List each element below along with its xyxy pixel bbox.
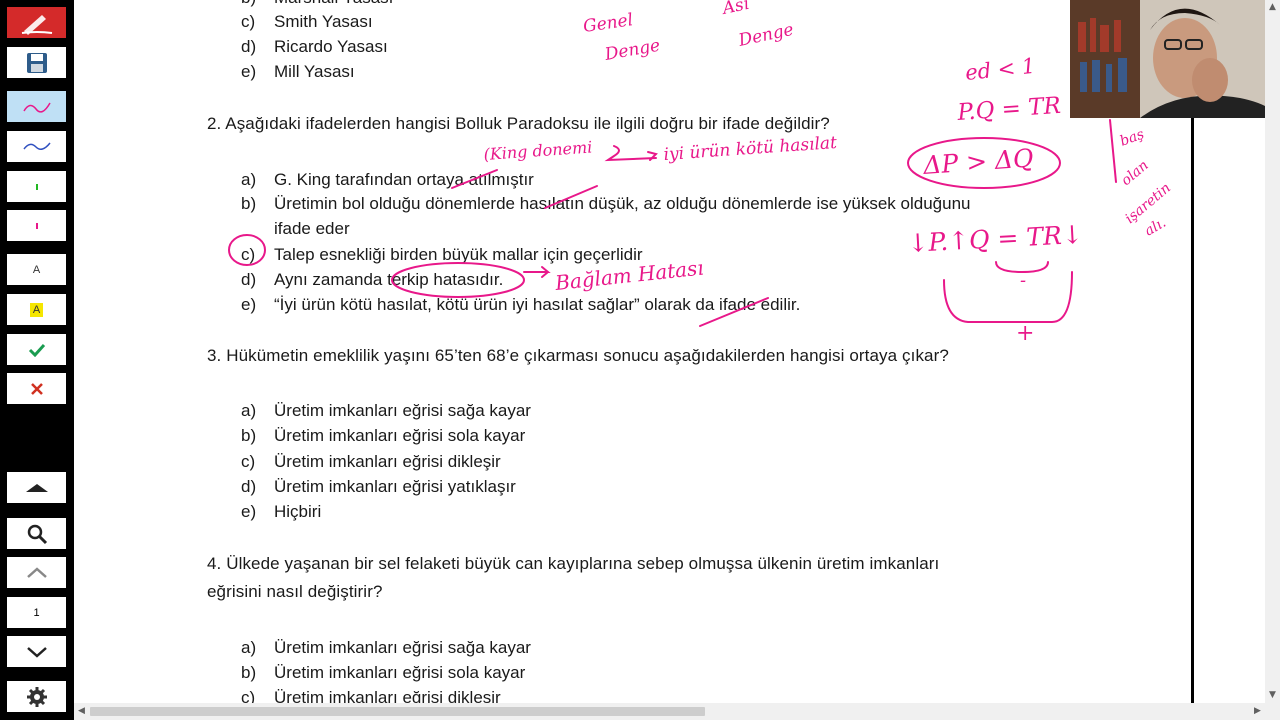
- tool-palette: A A 1: [0, 0, 73, 720]
- q2-option-text: G. King tarafından ortaya atılmıştır: [274, 170, 534, 189]
- q4-option-letter: c): [241, 688, 256, 703]
- q2-option-text: Aynı zamanda terkip hatasıdır.: [274, 270, 504, 289]
- q2-option-text-cont: ifade eder: [274, 219, 350, 238]
- pink-dot-icon[interactable]: [7, 210, 66, 241]
- check-icon[interactable]: [7, 334, 66, 365]
- q4-question-line2: eğrisini nasıl değiştirir?: [207, 582, 383, 601]
- q4-option-text: Üretim imkanları eğrisi sola kayar: [274, 663, 526, 682]
- q2-option-letter: b): [241, 194, 257, 213]
- q3-question: 3. Hükümetin emeklilik yaşını 65’ten 68’…: [207, 346, 949, 365]
- q1-option-text: Ricardo Yasası: [274, 37, 388, 56]
- q2-option-letter: c): [241, 245, 256, 264]
- pink-pen-icon[interactable]: [7, 91, 66, 122]
- document-page: b) Marshall Yasası c) Smith Yasası d) Ri…: [74, 0, 1191, 703]
- q1-option-letter: c): [241, 12, 256, 31]
- blue-pen-icon[interactable]: [7, 131, 66, 162]
- q3-option-text: Hiçbiri: [274, 502, 322, 521]
- q3-option-text: Üretim imkanları eğrisi sağa kayar: [274, 401, 531, 420]
- webcam-video: [1070, 0, 1280, 118]
- q2-option-letter: a): [241, 170, 257, 189]
- q3-option-letter: b): [241, 426, 257, 445]
- q3-option-text: Üretim imkanları eğrisi sola kayar: [274, 426, 526, 445]
- q3-option-letter: c): [241, 452, 256, 471]
- chevron-up-icon[interactable]: [7, 557, 66, 588]
- q4-option-letter: a): [241, 638, 257, 657]
- up-triangle-icon[interactable]: [7, 472, 66, 503]
- q2-option-text: Talep esnekliği birden büyük mallar için…: [274, 245, 643, 264]
- q2-option-text: Üretimin bol olduğu dönemlerde hasılatın…: [274, 194, 971, 213]
- q1-option-text: Mill Yasası: [274, 62, 355, 81]
- q1-option-text: Marshall Yasası: [274, 0, 393, 8]
- horizontal-scroll-thumb[interactable]: [90, 707, 705, 716]
- scroll-down-arrow-icon[interactable]: ▼: [1265, 688, 1280, 703]
- q4-option-text: Üretim imkanları eğrisi dikleşir: [274, 688, 501, 703]
- q2-option-text: “İyi ürün kötü hasılat, kötü ürün iyi ha…: [274, 295, 801, 314]
- gear-icon[interactable]: [7, 681, 66, 712]
- text-tool-icon[interactable]: A: [7, 254, 66, 285]
- vertical-scrollbar[interactable]: ▲ ▼: [1265, 0, 1280, 720]
- scroll-right-arrow-icon[interactable]: ▶: [1250, 703, 1265, 720]
- search-icon[interactable]: [7, 518, 66, 549]
- chevron-down-icon[interactable]: [7, 636, 66, 667]
- horizontal-scrollbar[interactable]: ◀ ▶: [74, 703, 1265, 720]
- pen-logo-icon[interactable]: [7, 7, 66, 38]
- highlighter-icon[interactable]: A: [7, 294, 66, 325]
- scroll-up-arrow-icon[interactable]: ▲: [1265, 0, 1280, 15]
- q4-option-letter: b): [241, 663, 257, 682]
- q3-option-letter: d): [241, 477, 257, 496]
- save-icon[interactable]: [7, 47, 66, 78]
- green-dot-icon[interactable]: [7, 171, 66, 202]
- close-icon[interactable]: [7, 373, 66, 404]
- q1-option-letter: b): [241, 0, 256, 8]
- q1-option-letter: d): [241, 37, 257, 56]
- page-number-label: 1: [33, 606, 40, 619]
- page-number[interactable]: 1: [7, 597, 66, 628]
- q2-option-letter: d): [241, 270, 257, 289]
- q2-question: 2. Aşağıdaki ifadelerden hangisi Bolluk …: [207, 114, 830, 133]
- highlighter-label: A: [29, 302, 44, 317]
- q3-option-text: Üretim imkanları eğrisi yatıklaşır: [274, 477, 516, 496]
- q2-option-letter: e): [241, 295, 257, 314]
- q4-question-line1: 4. Ülkede yaşanan bir sel felaketi büyük…: [207, 554, 940, 573]
- q3-option-letter: a): [241, 401, 257, 420]
- q3-option-text: Üretim imkanları eğrisi dikleşir: [274, 452, 501, 471]
- text-tool-label: A: [32, 263, 41, 276]
- q1-option-letter: e): [241, 62, 257, 81]
- q4-option-text: Üretim imkanları eğrisi sağa kayar: [274, 638, 531, 657]
- scroll-left-arrow-icon[interactable]: ◀: [74, 703, 89, 720]
- q3-option-letter: e): [241, 502, 257, 521]
- q1-option-text: Smith Yasası: [274, 12, 373, 31]
- page-border: [1191, 118, 1194, 703]
